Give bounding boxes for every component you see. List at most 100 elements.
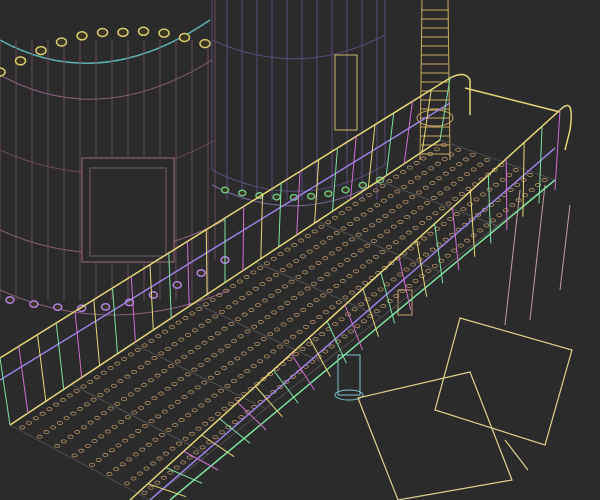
- deck-grate-hole: [257, 359, 264, 364]
- deck-grate-hole: [232, 300, 239, 305]
- deck-grate-hole: [115, 443, 122, 448]
- deck-grate-hole: [333, 231, 340, 236]
- deck-grate-hole: [279, 268, 286, 273]
- railing-post: [367, 124, 376, 188]
- deck-grate-hole: [165, 428, 172, 432]
- deck-grate-hole: [77, 407, 84, 411]
- rivet: [178, 32, 191, 43]
- deck-grate-hole: [71, 453, 78, 458]
- deck-grate-hole: [255, 303, 262, 308]
- railing-post: [37, 334, 47, 402]
- deck-grate-hole: [156, 456, 163, 461]
- middle-tank: [211, 0, 386, 207]
- deck-grate-hole: [211, 353, 218, 358]
- deck-grate-hole: [168, 364, 174, 369]
- deck-grate-hole: [304, 286, 311, 291]
- deck-grate-hole: [384, 229, 391, 234]
- deck-grate-hole: [171, 342, 178, 347]
- deck-grate-hole: [151, 356, 158, 361]
- deck-grate-hole: [154, 373, 161, 378]
- deck-grate-hole: [186, 455, 193, 460]
- deck-grate-hole: [100, 370, 107, 375]
- deck-grate-hole: [270, 349, 277, 354]
- railing-post: [242, 206, 245, 271]
- wireframe-viewport[interactable]: [0, 0, 600, 500]
- railing-post: [130, 276, 136, 342]
- deck-grate-hole: [460, 207, 467, 212]
- deck-grate-hole: [135, 428, 142, 433]
- deck-grate-hole: [184, 372, 191, 377]
- rivet: [196, 269, 206, 277]
- deck-grate-hole: [160, 475, 167, 480]
- rivet: [100, 302, 111, 311]
- deck-grate-hole: [243, 275, 250, 279]
- deck-grate-hole: [198, 362, 204, 367]
- deck-grate-hole: [424, 200, 431, 205]
- deck-grate-hole: [326, 235, 333, 240]
- deck-grate-hole: [139, 447, 146, 452]
- deck-grate-hole: [130, 476, 137, 481]
- rivet: [199, 38, 211, 49]
- deck-grate-hole: [244, 329, 251, 334]
- deck-grate-hole: [425, 216, 432, 221]
- railing-post: [326, 321, 347, 364]
- deck-grate-hole: [257, 265, 264, 270]
- deck-grate-hole: [449, 166, 456, 171]
- deck-grate-hole: [406, 284, 413, 288]
- deck-grate-hole: [453, 212, 460, 217]
- deck-grate-hole: [346, 274, 353, 279]
- deck-grate-hole: [484, 157, 490, 162]
- deck-grate-hole: [316, 315, 323, 320]
- deck-grate-hole: [486, 187, 493, 192]
- deck-grate-hole: [319, 332, 326, 337]
- rivet: [358, 181, 368, 189]
- deck-grate-hole: [132, 452, 139, 457]
- railing-post: [93, 299, 101, 366]
- deck-grate-hole: [60, 439, 67, 444]
- deck-grate-hole: [386, 179, 393, 184]
- deck-grate-hole: [111, 424, 118, 429]
- deck-grate-hole: [374, 203, 381, 208]
- left-tank: [0, 0, 231, 316]
- deck-grate-hole: [221, 366, 228, 370]
- deck-grate-hole: [353, 269, 360, 274]
- deck-grate-hole: [250, 364, 257, 369]
- deck-grate-hole: [158, 432, 165, 437]
- deck-grate-hole: [141, 490, 148, 495]
- deck-grate-hole: [231, 339, 238, 343]
- deck-grate-hole: [148, 338, 155, 343]
- deck-grate-hole: [432, 211, 439, 216]
- deck-grate-hole: [444, 253, 451, 258]
- railing-post: [505, 158, 508, 231]
- deck-grate-hole: [290, 334, 296, 339]
- deck-grate-hole: [74, 430, 81, 434]
- rivet: [324, 190, 333, 198]
- deck-grate-hole: [239, 295, 246, 300]
- deck-grate-hole: [117, 379, 124, 384]
- deck-grate-hole: [477, 162, 484, 167]
- deck-grate-hole: [410, 262, 417, 267]
- deck-grate-hole: [395, 204, 402, 209]
- deck-grate-hole: [247, 346, 254, 351]
- railing-post: [403, 101, 413, 164]
- railing-post: [55, 322, 65, 390]
- deck-grate-hole: [335, 300, 342, 305]
- rivet: [53, 303, 63, 312]
- deck-grate-hole: [217, 348, 224, 353]
- deck-grate-hole: [189, 311, 196, 316]
- deck-grate-hole: [324, 272, 331, 277]
- deck-grate-hole: [124, 481, 130, 486]
- deck-grate-hole: [414, 175, 421, 180]
- deck-grate-hole: [299, 254, 306, 259]
- deck-grate-hole: [176, 441, 182, 446]
- deck-grate-hole: [351, 307, 358, 312]
- deck-grate-hole: [104, 429, 111, 434]
- deck-grate-hole: [434, 161, 441, 166]
- deck-grate-hole: [161, 368, 168, 373]
- deck-grate-hole: [273, 327, 280, 332]
- deck-grate-hole: [353, 217, 360, 222]
- deck-grate-hole: [218, 309, 225, 314]
- deck-grate-hole: [362, 228, 369, 232]
- deck-grate-hole: [412, 225, 419, 230]
- deck-grate-hole: [355, 232, 362, 237]
